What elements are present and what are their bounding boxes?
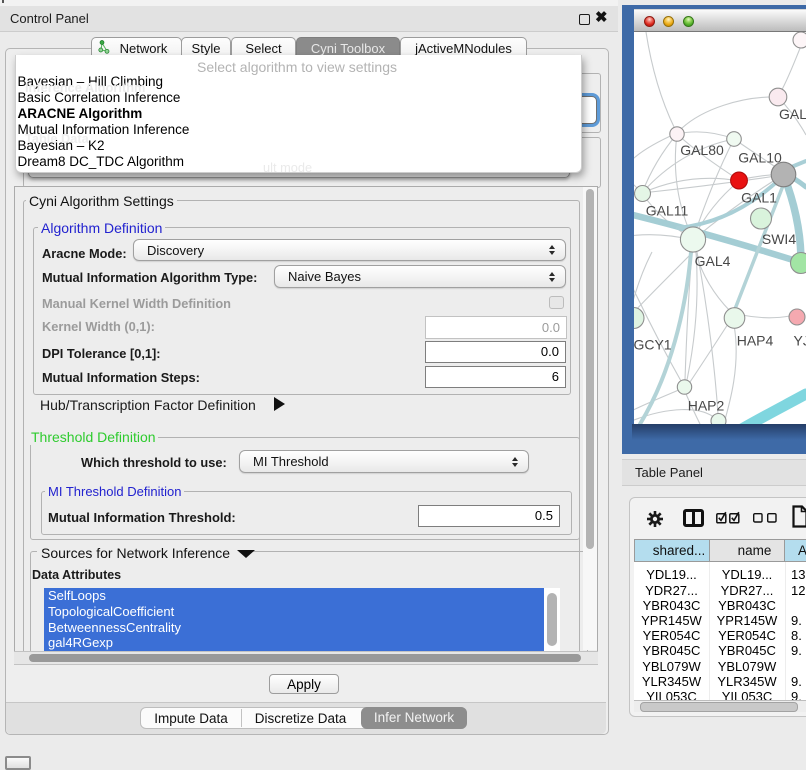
svg-text:HAP4: HAP4: [737, 333, 774, 349]
svg-text:HAP2: HAP2: [688, 398, 725, 414]
svg-text:GCY1: GCY1: [634, 337, 672, 353]
svg-text:GAL10: GAL10: [738, 150, 782, 166]
svg-text:YJ: YJ: [794, 333, 806, 349]
svg-text:GAL80: GAL80: [680, 142, 724, 158]
svg-text:GAL11: GAL11: [646, 203, 689, 219]
svg-text:GAL7: GAL7: [779, 106, 806, 122]
svg-text:GAL1: GAL1: [741, 190, 777, 206]
svg-text:SWI4: SWI4: [762, 231, 796, 247]
svg-text:GAL4: GAL4: [695, 253, 731, 269]
